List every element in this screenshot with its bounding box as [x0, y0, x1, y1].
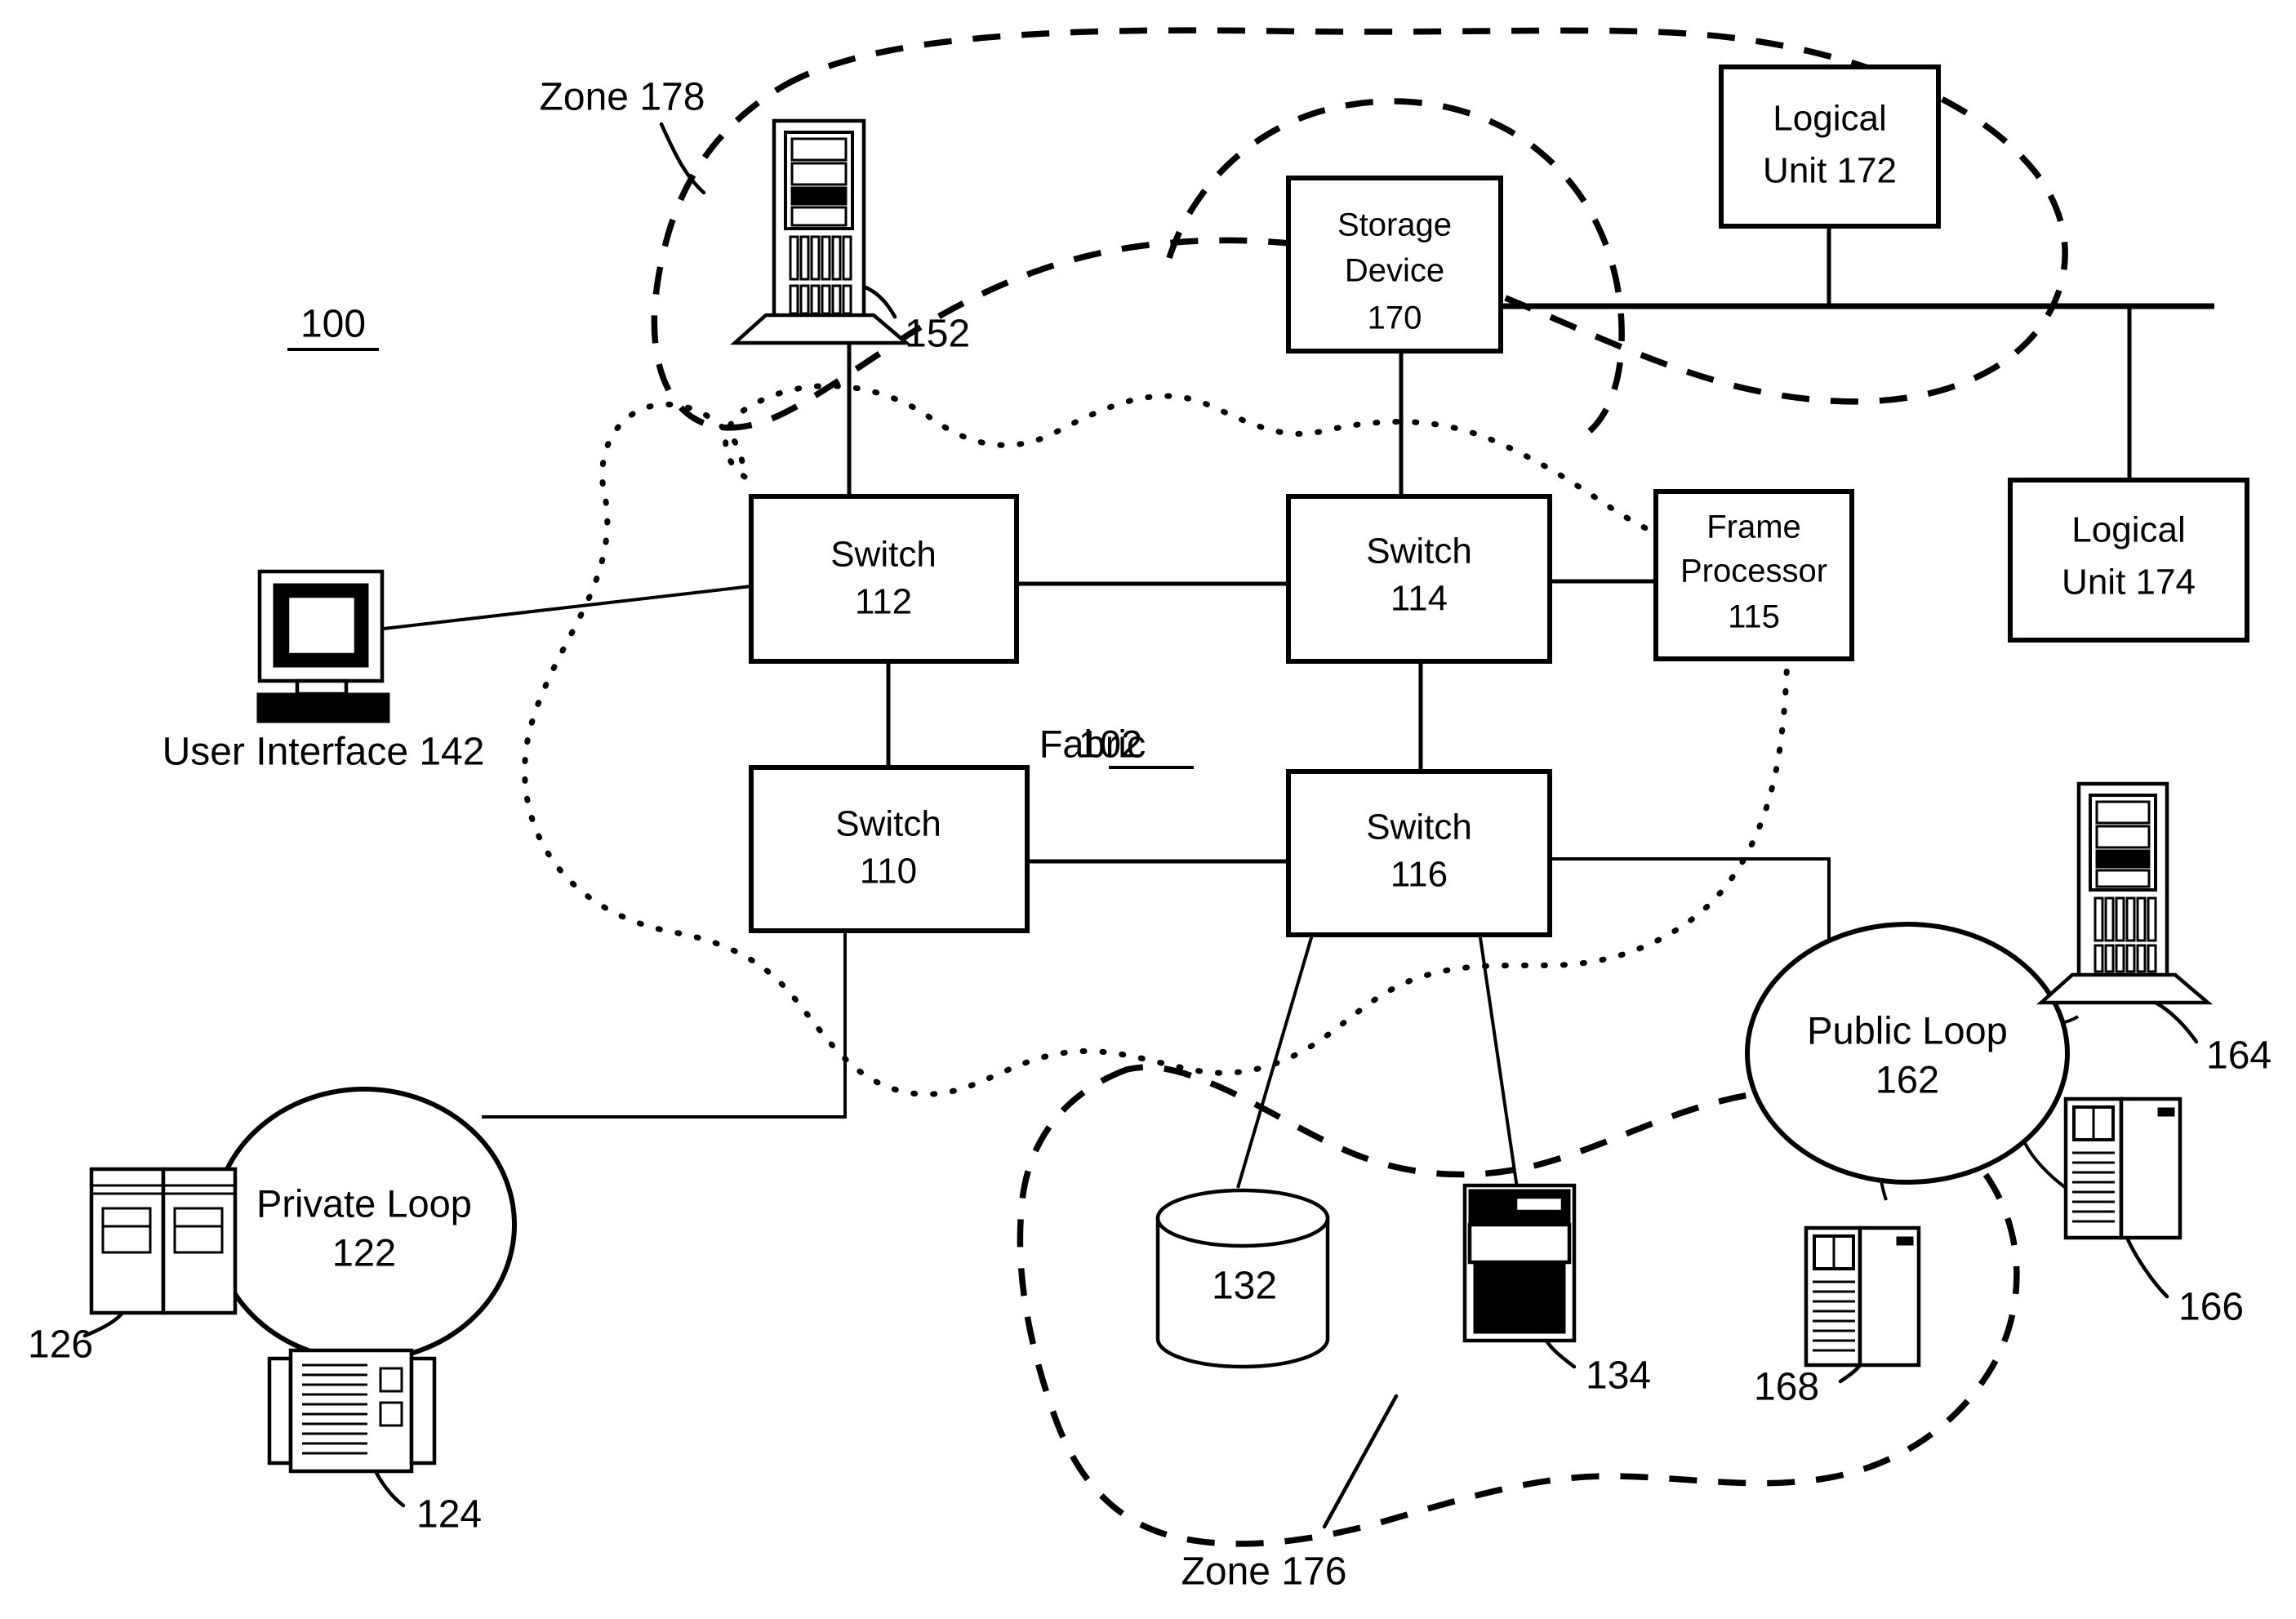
- switch-114-number: 114: [1391, 579, 1448, 619]
- logical-unit-174-node[interactable]: Logical Unit 174: [2008, 478, 2249, 643]
- reference-168-text: 168: [1754, 1366, 1819, 1409]
- switch-110-number: 110: [860, 852, 917, 892]
- frame-processor-line3: 115: [1728, 599, 1780, 635]
- figure-number: 100: [287, 303, 379, 351]
- fabric-label-number: 102: [1079, 722, 1142, 765]
- reference-126-group: 126: [28, 1310, 125, 1367]
- logical-unit-172-line2: Unit 172: [1763, 151, 1897, 191]
- zone-176-label-group: Zone 176: [1181, 1394, 1399, 1594]
- private-loop-122-node[interactable]: Private Loop 122: [211, 1087, 517, 1363]
- user-interface-142-label: User Interface 142: [162, 731, 485, 774]
- zone-178-label: Zone 178: [540, 76, 705, 119]
- disk-132-icon: 132: [1155, 1188, 1330, 1369]
- logical-unit-172-node[interactable]: Logical Unit 172: [1719, 64, 1941, 229]
- server-164-icon: [2036, 781, 2214, 1005]
- reference-164-group: 164: [2153, 1000, 2272, 1078]
- patent-figure: Switch 112 Switch 114 Switch 110 Switch …: [0, 0, 2296, 1619]
- switch-116-name: Switch: [1366, 807, 1472, 847]
- switch-112-number: 112: [855, 582, 912, 622]
- switch-114-name: Switch: [1366, 532, 1472, 572]
- device-124-icon: [267, 1348, 437, 1474]
- public-loop-line1: Public Loop: [1807, 1008, 2008, 1052]
- reference-164-text: 164: [2206, 1034, 2272, 1078]
- figure-number-text: 100: [300, 303, 366, 346]
- reference-166-text: 166: [2178, 1286, 2244, 1329]
- zone-178-label-group: Zone 178: [540, 76, 706, 195]
- frame-processor-line1: Frame: [1706, 509, 1801, 545]
- fabric-cloud-boundary: [522, 383, 1791, 1097]
- reference-134-text: 134: [1586, 1354, 1651, 1398]
- storage-device-line2: Device: [1345, 253, 1444, 289]
- reference-124-group: 124: [373, 1469, 482, 1537]
- fabric-label: Fabric 102: [1039, 722, 1194, 769]
- diagram-canvas: Switch 112 Switch 114 Switch 110 Switch …: [28, 27, 2272, 1594]
- public-loop-162-node[interactable]: Public Loop 162: [1745, 922, 2070, 1185]
- storage-device-node[interactable]: Storage Device 170: [1286, 176, 1503, 354]
- user-interface-142-icon: [256, 569, 390, 723]
- storage-device-line1: Storage: [1337, 207, 1452, 243]
- zone-176-label: Zone 176: [1181, 1550, 1347, 1594]
- switch-112-name: Switch: [830, 535, 937, 575]
- logical-unit-174-line2: Unit 174: [2062, 563, 2196, 603]
- pc-166-icon: [2063, 1096, 2183, 1240]
- pc-168-icon: [1804, 1225, 1921, 1368]
- reference-134-group: 134: [1544, 1338, 1651, 1398]
- reference-168-group: 168: [1754, 1363, 1862, 1409]
- public-loop-line2: 162: [1876, 1057, 1939, 1101]
- tower-134-icon: [1462, 1183, 1577, 1343]
- logical-unit-174-line1: Logical: [2071, 510, 2185, 550]
- frame-processor-line2: Processor: [1680, 554, 1827, 589]
- logical-unit-172-line1: Logical: [1773, 99, 1886, 139]
- reference-126-text: 126: [28, 1323, 93, 1367]
- storage-device-line3: 170: [1368, 300, 1422, 336]
- switch-110-name: Switch: [835, 804, 941, 844]
- reference-124-text: 124: [416, 1493, 482, 1537]
- switch-116-node[interactable]: Switch 116: [1286, 769, 1552, 937]
- switch-116-number: 116: [1391, 855, 1448, 895]
- server-152-icon: [730, 118, 912, 345]
- switch-114-node[interactable]: Switch 114: [1286, 494, 1552, 664]
- private-loop-line1: Private Loop: [256, 1181, 472, 1225]
- private-loop-line2: 122: [332, 1230, 396, 1274]
- switch-110-node[interactable]: Switch 110: [749, 765, 1030, 933]
- reference-132-text: 132: [1212, 1265, 1277, 1308]
- frame-processor-node[interactable]: Frame Processor 115: [1653, 489, 1854, 661]
- switch-112-node[interactable]: Switch 112: [749, 494, 1019, 664]
- device-126-icon: [89, 1167, 238, 1315]
- reference-152-text: 152: [905, 313, 970, 356]
- reference-166-group: 166: [2125, 1237, 2244, 1329]
